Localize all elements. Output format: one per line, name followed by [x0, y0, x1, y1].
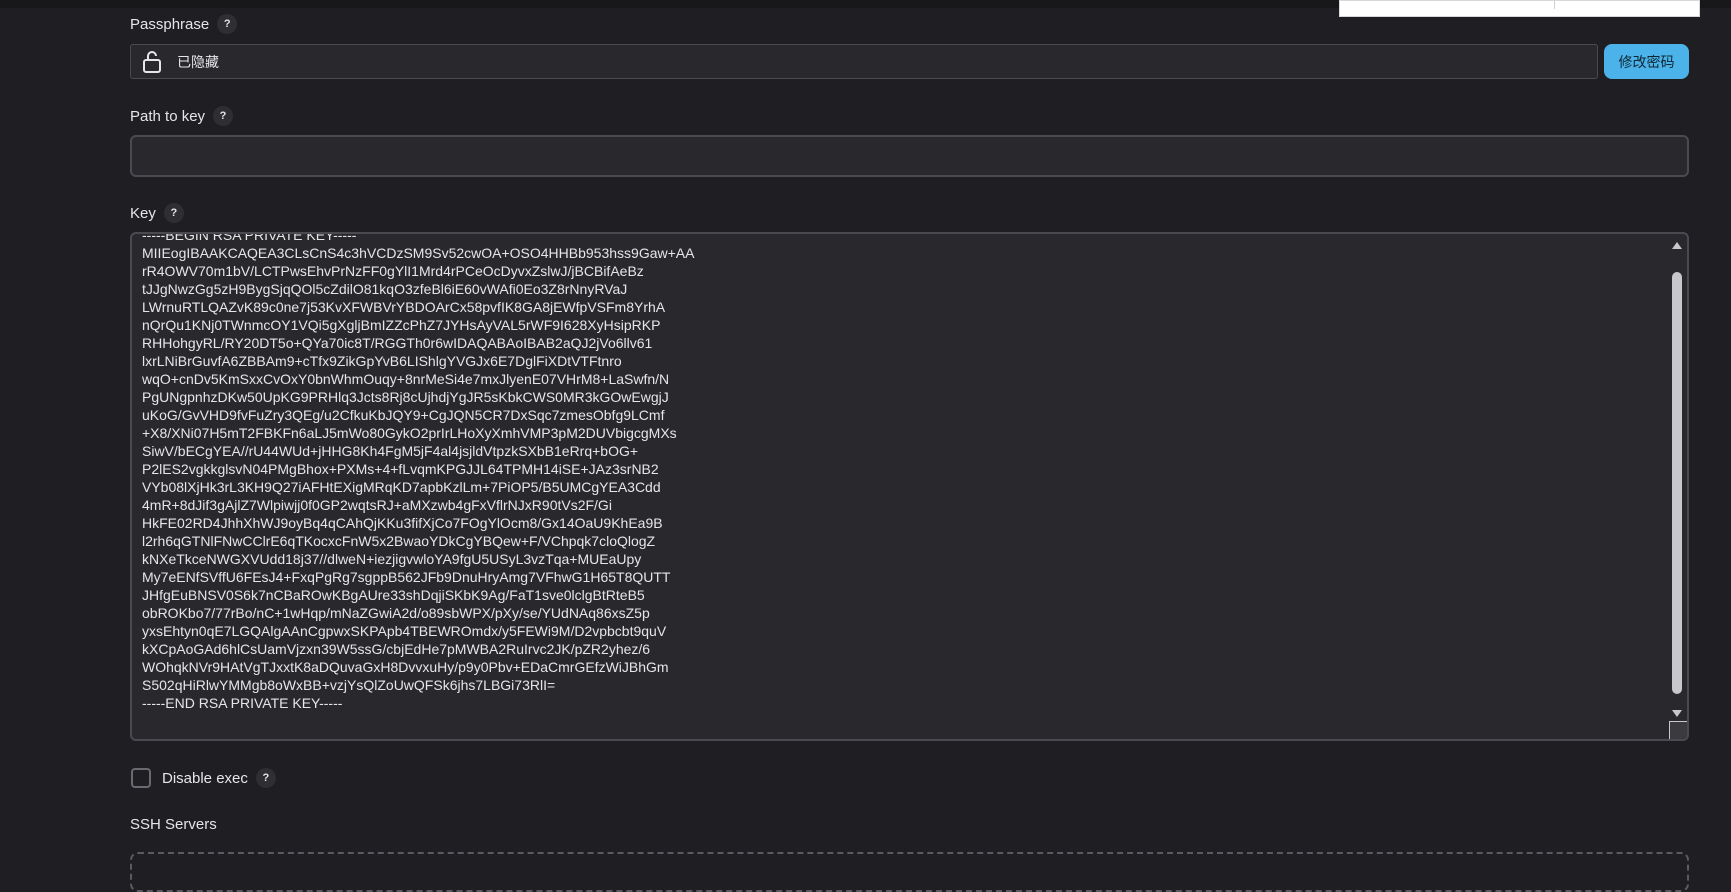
key-help-icon[interactable]: ?	[163, 203, 184, 223]
disable-exec-label-row: Disable exec ?	[162, 768, 276, 788]
key-text: -----BEGIN RSA PRIVATE KEY----- MIIEogIB…	[142, 232, 695, 711]
passphrase-label: Passphrase	[130, 15, 210, 33]
popup-divider	[1554, 1, 1555, 9]
key-textarea[interactable]: -----BEGIN RSA PRIVATE KEY----- MIIEogIB…	[130, 232, 1689, 741]
passphrase-value: 已隐藏	[177, 53, 219, 70]
disable-exec-help-icon[interactable]: ?	[255, 768, 276, 788]
key-scrollbar[interactable]	[1669, 236, 1685, 717]
disable-exec-checkbox[interactable]	[131, 768, 151, 788]
ssh-servers-label-row: SSH Servers	[130, 816, 217, 833]
path-to-key-label-row: Path to key ?	[130, 106, 234, 126]
scroll-up-arrow-icon[interactable]	[1672, 242, 1682, 249]
top-popup-panel	[1339, 0, 1700, 17]
resize-handle-icon[interactable]	[1669, 721, 1687, 739]
disable-exec-label: Disable exec	[162, 769, 248, 787]
passphrase-label-row: Passphrase ?	[130, 14, 238, 34]
key-label: Key	[130, 204, 156, 222]
lock-icon	[143, 50, 161, 73]
change-password-button[interactable]: 修改密码	[1604, 44, 1689, 79]
path-to-key-input[interactable]	[130, 135, 1689, 177]
key-label-row: Key ?	[130, 203, 184, 223]
passphrase-field[interactable]: 已隐藏	[130, 44, 1598, 79]
scroll-thumb[interactable]	[1672, 272, 1682, 694]
passphrase-help-icon[interactable]: ?	[217, 14, 238, 34]
scroll-down-arrow-icon[interactable]	[1672, 710, 1682, 717]
path-to-key-help-icon[interactable]: ?	[213, 106, 234, 126]
path-to-key-label: Path to key	[130, 107, 206, 125]
ssh-servers-label: SSH Servers	[130, 816, 217, 833]
ssh-servers-dropzone[interactable]	[130, 852, 1689, 892]
